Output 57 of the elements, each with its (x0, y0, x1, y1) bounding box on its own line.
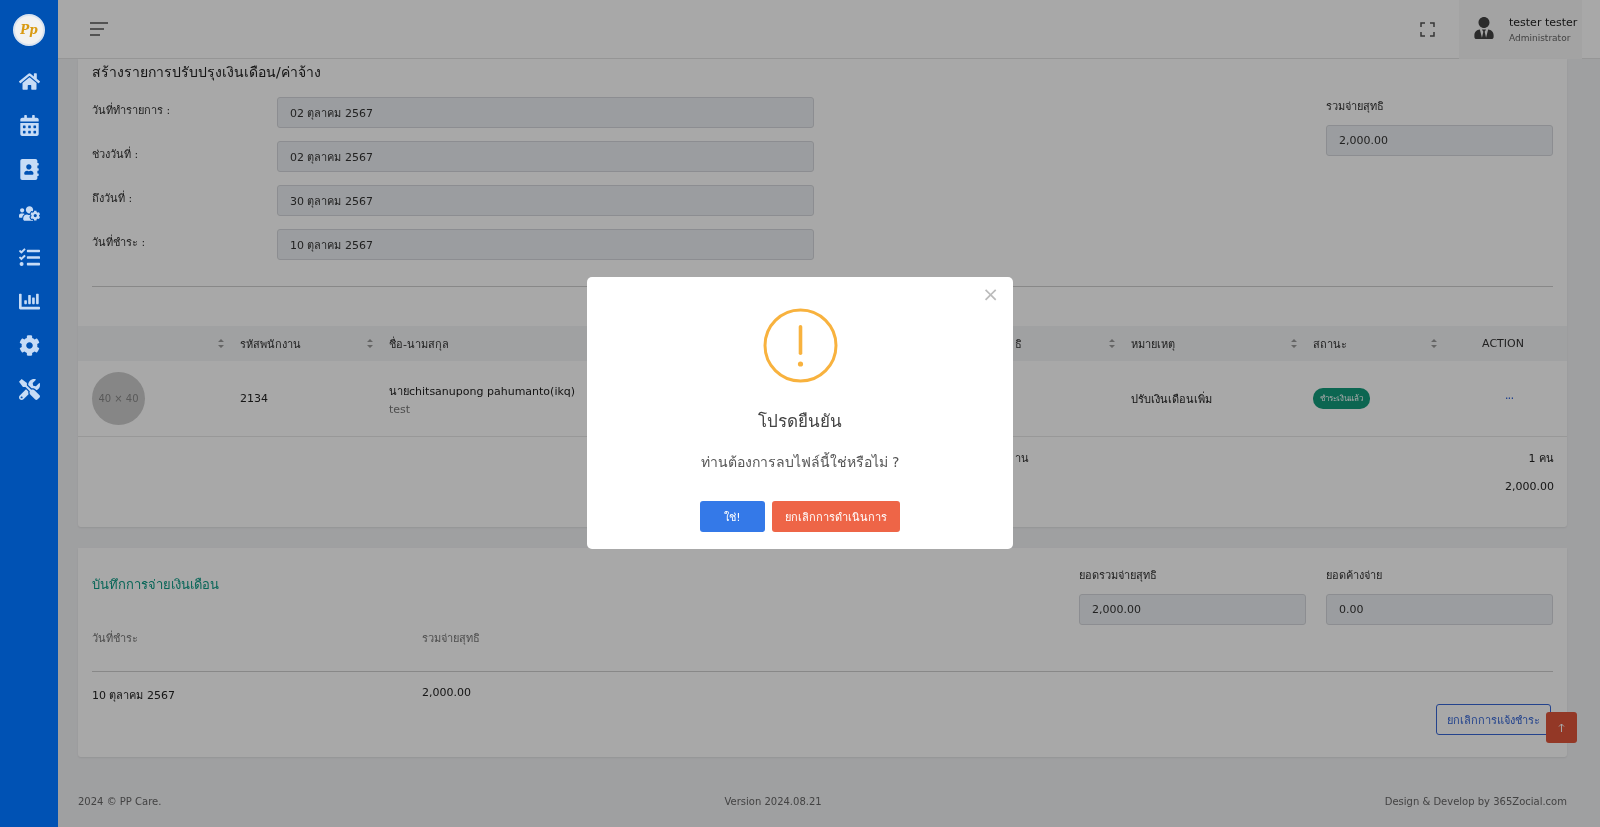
summary-label: าน (1015, 450, 1029, 467)
date-field[interactable]: 02 ตุลาคม 2567 (277, 97, 814, 128)
date-field[interactable]: 02 ตุลาคม 2567 (277, 141, 814, 172)
amount-field[interactable]: 2,000.00 (1079, 594, 1306, 625)
field-label: วันที่ชำระ : (92, 233, 147, 251)
dialog-title: โปรดยืนยัน (758, 410, 842, 433)
table-cell-text: นายchitsanupong pahumanto(ikq) (389, 383, 577, 400)
column-header: รหัสพนักงาน (240, 336, 301, 353)
tools-icon[interactable] (18, 378, 40, 400)
column-header: ชื่อ-นามสกุล (389, 335, 449, 353)
column-header: รวมจ่ายสุทธิ (422, 631, 481, 647)
field-label: ถึงวันที่ : (92, 189, 134, 207)
table-cell-text: 2,000.00 (422, 686, 472, 701)
copyright-text: 2024 © PP Care. (78, 796, 162, 807)
user-name: tester tester (1509, 15, 1578, 29)
confirm-button[interactable]: ใช่! (700, 501, 765, 532)
arrow-up-icon (1558, 723, 1565, 732)
calendar-icon[interactable] (18, 114, 40, 136)
dialog-message: ท่านต้องการลบไฟล์นี้ใช่หรือไม่ ? (700, 451, 900, 472)
field-label: ช่วงวันที่ : (92, 145, 140, 163)
field-label: ยอดค้างจ่าย (1326, 568, 1383, 584)
credit-text: Design & Develop by 365Zocial.com (1384, 796, 1567, 807)
form-title: สร้างรายการปรับปรุงเงินเดือน/ค่าจ้าง (91, 63, 322, 83)
cancel-payment-button[interactable]: ยกเลิกการแจ้งชำระ (1436, 704, 1551, 735)
fullscreen-icon[interactable] (1420, 21, 1435, 37)
total-field[interactable]: 2,000.00 (1326, 125, 1553, 156)
table-cell-text: 10 ตุลาคม 2567 (92, 688, 176, 704)
column-header: ACTION (1482, 337, 1524, 350)
section-title: บันทึกการจ่ายเงินเดือน (92, 576, 220, 594)
table-cell-text: test (389, 402, 412, 416)
field-label: รวมจ่ายสุทธิ (1326, 99, 1385, 115)
user-role: Administrator (1509, 32, 1572, 43)
summary-value: 2,000.00 (1505, 480, 1554, 493)
column-header: ธิ (1015, 336, 1022, 353)
table-cell-text: 2134 (240, 392, 269, 405)
summary-value: 1 คน (1528, 450, 1554, 467)
home-icon[interactable] (18, 70, 40, 92)
status-badge: ชำระเงินแล้ว (1313, 388, 1370, 409)
user-menu[interactable]: tester tester Administrator (1459, 0, 1582, 59)
table-cell-text: ปรับเงินเดือนเพิ่ม (1131, 390, 1213, 408)
column-header: วันที่ชำระ (92, 629, 139, 647)
menu-icon[interactable] (90, 22, 108, 36)
date-field[interactable]: 30 ตุลาคม 2567 (277, 185, 814, 216)
column-header: หมายเหตุ (1131, 336, 1175, 353)
date-field[interactable]: 10 ตุลาคม 2567 (277, 229, 814, 260)
field-label: ยอดรวมจ่ายสุทธิ (1079, 568, 1158, 584)
field-label: วันที่ทำรายการ : (92, 101, 172, 119)
cancel-button[interactable]: ยกเลิกการดำเนินการ (771, 501, 900, 532)
column-header: สถานะ (1313, 336, 1347, 353)
amount-field[interactable]: 0.00 (1326, 594, 1553, 625)
version-text: Version 2024.08.21 (724, 796, 822, 807)
address-book-icon[interactable] (18, 158, 40, 180)
list-icon[interactable] (18, 246, 40, 268)
settings-icon[interactable] (18, 334, 40, 356)
user-avatar-icon (1473, 17, 1497, 41)
warning-icon (762, 308, 838, 383)
more-actions-link[interactable]: ··· (1504, 391, 1514, 406)
